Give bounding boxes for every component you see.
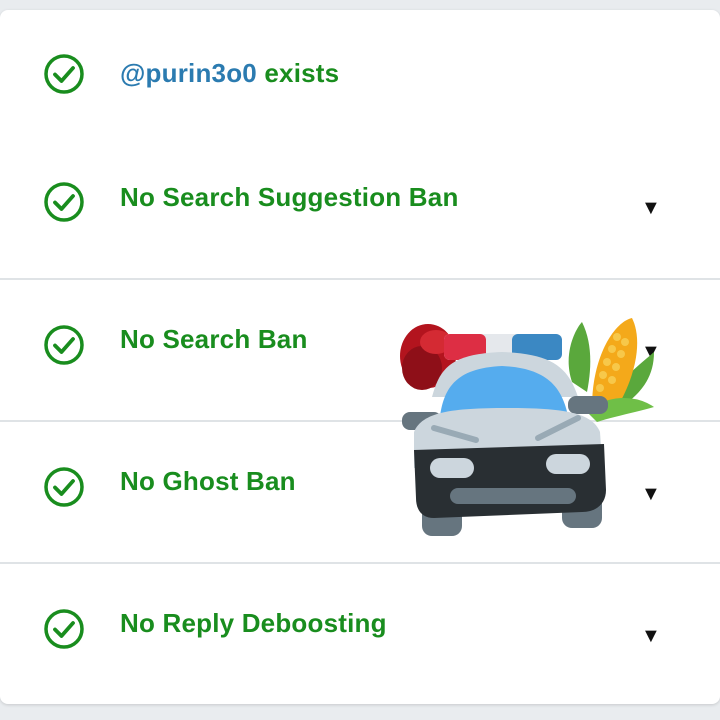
search-suggestion-ban-label: No Search Suggestion Ban [120,182,459,212]
ghost-ban-label: No Ghost Ban [120,466,296,496]
check-circle-icon [44,325,84,365]
expand-arrow-icon[interactable]: ▼ [641,626,661,646]
result-row-search-suggestion-ban[interactable]: No Search Suggestion Ban ▼ [0,140,720,278]
exists-suffix: exists [256,58,340,88]
expand-arrow-icon[interactable]: ▼ [641,198,661,218]
exists-label: @purin3o0 exists [120,58,339,89]
user-handle[interactable]: @purin3o0 [120,58,257,88]
check-circle-icon [44,182,84,222]
reply-deboosting-label: No Reply Deboosting [120,608,387,638]
result-row-exists: @purin3o0 exists [0,10,720,140]
check-circle-icon [44,54,84,94]
police-car-sticker-icon [400,318,654,536]
search-ban-label: No Search Ban [120,324,308,354]
check-circle-icon [44,609,84,649]
result-row-reply-deboosting[interactable]: No Reply Deboosting ▼ [0,562,720,706]
check-circle-icon [44,467,84,507]
